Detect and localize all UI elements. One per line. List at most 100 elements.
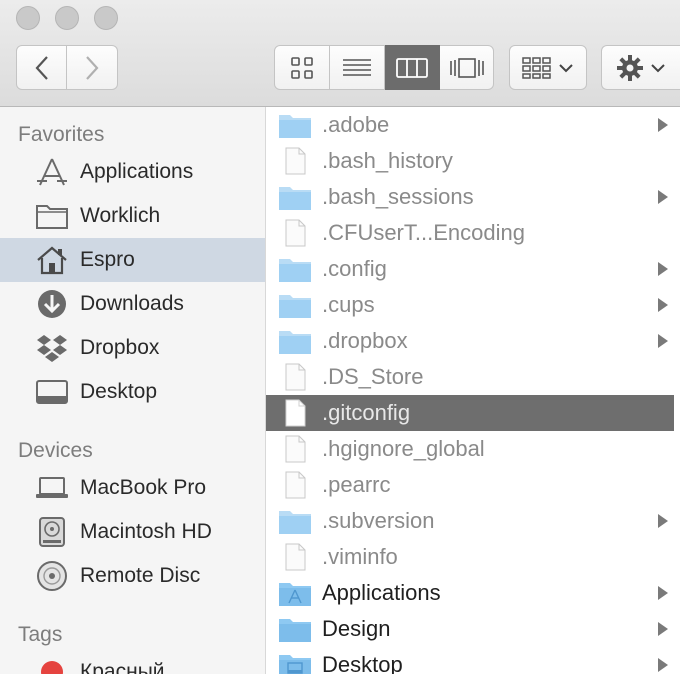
sidebar-item-macintosh-hd[interactable]: Macintosh HD [0,510,265,554]
file-name: Applications [322,580,441,605]
icon-view-icon [291,56,313,79]
file-row-viminfo[interactable]: .viminfo [266,539,674,575]
file-row-cups[interactable]: .cups [266,287,674,323]
disclosure-arrow-icon [658,334,668,348]
file-name: .dropbox [322,328,408,353]
chevron-right-icon [86,55,99,80]
sidebar-heading-devices: Devices [18,439,93,462]
sidebar-item-label: Remote Disc [80,564,201,587]
file-name: Desktop [322,652,403,674]
applications-folder-icon [279,583,311,606]
disclosure-arrow-icon [658,298,668,312]
sidebar-heading-tags: Tags [18,623,63,646]
desktop-folder-icon [279,655,311,674]
close-window-button[interactable] [16,6,40,30]
sidebar-item-downloads[interactable]: Downloads [0,282,265,326]
disc-icon [34,560,70,592]
file-name: .bash_sessions [322,184,474,209]
chevron-left-icon [35,55,48,80]
file-name: .adobe [322,112,390,137]
file-name: .gitconfig [322,400,411,425]
chevron-down-icon [651,63,665,72]
chevron-down-icon [559,63,573,72]
document-icon [285,363,306,391]
icon-view-button[interactable] [274,45,330,90]
file-name: .bash_history [322,148,453,173]
sidebar-item-applications[interactable]: Applications [0,150,265,194]
desktop-icon [34,376,70,408]
list-view-button[interactable] [330,45,385,90]
sidebar-item-label: Downloads [80,292,184,315]
file-name: .subversion [322,508,435,533]
folder-icon [279,331,311,354]
sidebar-item-desktop[interactable]: Desktop [0,370,265,414]
folder-icon [279,259,311,282]
cover-flow-view-button[interactable] [440,45,494,90]
applications-icon [34,156,70,188]
disclosure-arrow-icon [658,658,668,672]
sidebar-item-macbook-pro[interactable]: MacBook Pro [0,466,265,510]
sidebar-item-label: Красный [80,660,165,674]
dropbox-icon [34,332,70,364]
zoom-window-button[interactable] [94,6,118,30]
sidebar-heading-favorites: Favorites [18,123,105,146]
cover-flow-icon [449,57,484,78]
column-view-icon [396,57,428,78]
sidebar-item-remote-disc[interactable]: Remote Disc [0,554,265,598]
file-name: .pearrc [322,472,391,497]
forward-button[interactable] [67,45,118,90]
file-row-subversion[interactable]: .subversion [266,503,674,539]
file-row-gitconfig[interactable]: .gitconfig [266,395,674,431]
document-icon [285,435,306,463]
sidebar-item-label: Macintosh HD [80,520,212,543]
file-name: .config [322,256,387,281]
document-icon [285,471,306,499]
folder-icon [279,295,311,318]
file-row-cfusertextencoding[interactable]: .CFUserT...Encoding [266,215,674,251]
sidebar-item-dropbox[interactable]: Dropbox [0,326,265,370]
arrange-grid-icon [522,56,551,79]
sidebar: Favorites Applications Worklich Espro Do… [0,107,266,674]
file-row-pearrc[interactable]: .pearrc [266,467,674,503]
folder-icon [279,619,311,642]
file-row-hgignore-global[interactable]: .hgignore_global [266,431,674,467]
sidebar-item-label: Desktop [80,380,158,403]
document-icon [285,399,306,427]
sidebar-item-label: Worklich [80,204,161,227]
arrange-button[interactable] [509,45,587,90]
file-name: .cups [322,292,375,317]
list-view-icon [343,58,371,76]
file-row-adobe[interactable]: .adobe [266,107,674,143]
document-icon [285,147,306,175]
minimize-window-button[interactable] [55,6,79,30]
sidebar-item-worklich[interactable]: Worklich [0,194,265,238]
hard-drive-icon [34,516,70,548]
file-row-bash-sessions[interactable]: .bash_sessions [266,179,674,215]
file-row-dropbox[interactable]: .dropbox [266,323,674,359]
back-button[interactable] [16,45,67,90]
downloads-icon [34,288,70,320]
disclosure-arrow-icon [658,514,668,528]
folder-icon [279,187,311,210]
sidebar-item-label: MacBook Pro [80,476,207,499]
file-name: .hgignore_global [322,436,485,461]
file-column: .adobe .bash_history .bash_sessions .CFU… [266,107,680,674]
disclosure-arrow-icon [658,586,668,600]
laptop-icon [34,472,70,504]
sidebar-item-label: Dropbox [80,336,160,359]
disclosure-arrow-icon [658,118,668,132]
folder-icon [279,511,311,534]
column-view-button[interactable] [385,45,440,90]
file-row-ds-store[interactable]: .DS_Store [266,359,674,395]
file-row-applications[interactable]: Applications [266,575,674,611]
sidebar-item-espro[interactable]: Espro [0,238,265,282]
file-name: .DS_Store [322,364,424,389]
disclosure-arrow-icon [658,622,668,636]
file-row-bash-history[interactable]: .bash_history [266,143,674,179]
document-icon [285,543,306,571]
action-menu-button[interactable] [601,45,680,90]
file-row-design[interactable]: Design [266,611,674,647]
file-row-desktop[interactable]: Desktop [266,647,674,674]
file-row-config[interactable]: .config [266,251,674,287]
sidebar-item-tag-red[interactable]: Красный [0,650,265,674]
